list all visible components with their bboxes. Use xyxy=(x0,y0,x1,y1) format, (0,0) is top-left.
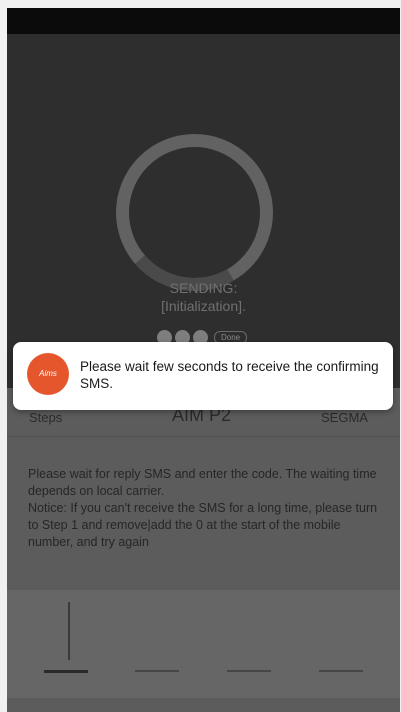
code-digit-slot-3[interactable] xyxy=(227,670,271,672)
toast-message: Please wait few seconds to receive the c… xyxy=(80,359,379,391)
steps-label: Steps xyxy=(29,410,63,425)
progress-ring-fill xyxy=(116,134,273,291)
app-logo-icon: Aims xyxy=(27,353,69,395)
instructions-notice: Notice: If you can't receive the SMS for… xyxy=(28,501,378,549)
text-cursor xyxy=(68,602,70,660)
instructions-paragraph: Please wait for reply SMS and enter the … xyxy=(28,467,377,498)
code-entry-panel: Steps AIM P2 SEGMA Please wait for reply… xyxy=(7,388,400,712)
sending-status-detail: [Initialization]. xyxy=(161,298,246,314)
code-digit-slot-2[interactable] xyxy=(135,670,179,672)
progress-ring xyxy=(116,134,273,291)
code-digit-slot-4[interactable] xyxy=(319,670,363,672)
sms-toast: Aims Please wait few seconds to receive … xyxy=(13,342,393,410)
code-input[interactable] xyxy=(7,590,400,698)
sending-status-label: SENDING: xyxy=(169,280,238,296)
code-digit-slot-1[interactable] xyxy=(44,670,88,673)
steps-right-label: SEGMA xyxy=(321,410,368,425)
status-bar xyxy=(7,8,400,34)
instructions-text: Please wait for reply SMS and enter the … xyxy=(28,466,388,551)
